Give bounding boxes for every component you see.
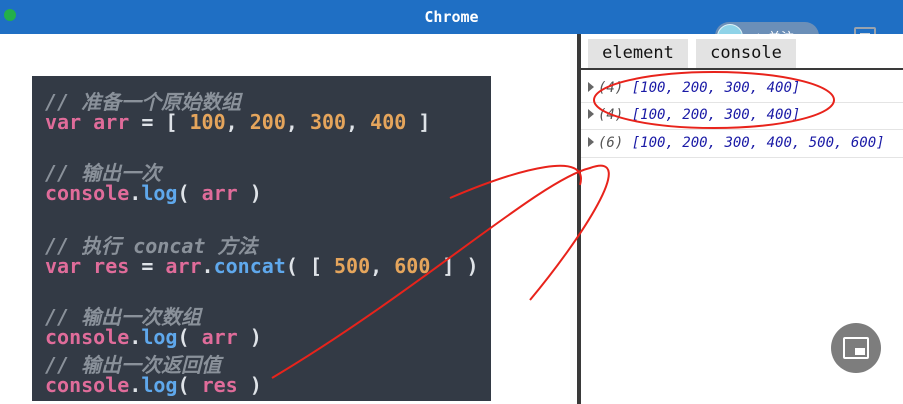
- annotation-stroke: [449, 164, 582, 199]
- annotation-stroke: [271, 164, 610, 379]
- annotation-ellipse: [593, 71, 835, 129]
- annotation-overlay: [271, 71, 835, 379]
